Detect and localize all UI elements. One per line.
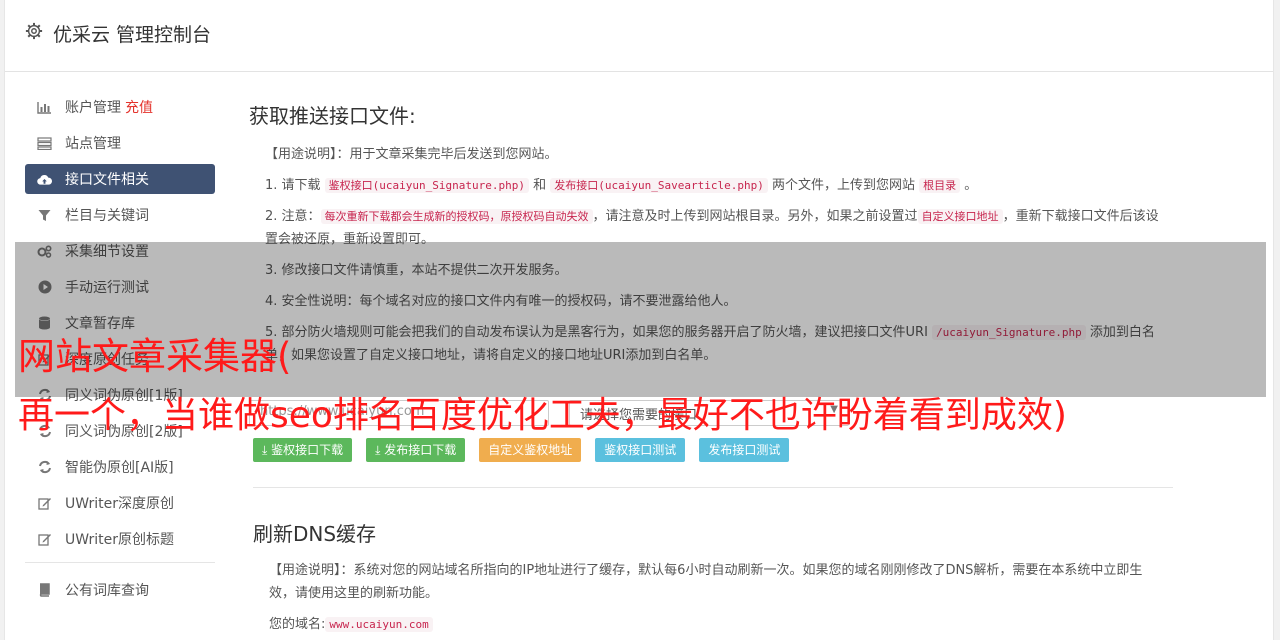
- sidebar-item-label: UWriter原创标题: [65, 532, 174, 548]
- button-label: 鉴权接口下载: [271, 443, 344, 457]
- sidebar-item-columns-keywords[interactable]: 栏目与关键词: [25, 200, 215, 230]
- signature-test-button[interactable]: 鉴权接口测试: [595, 438, 686, 462]
- top-bar: 优采云 管理控制台: [5, 0, 1273, 72]
- overlay-caption-line2: 再一个，当谁做seo排名百度优化工夫，最好不也许盼着看到成效): [18, 395, 1067, 436]
- sidebar-item-label: 账户管理: [65, 100, 121, 116]
- section-divider: [253, 487, 1173, 488]
- step-text: 和: [529, 178, 551, 193]
- sidebar-item-interface-files[interactable]: 接口文件相关: [25, 164, 215, 194]
- cloud-upload-icon: [37, 172, 52, 187]
- sidebar-item-sites[interactable]: 站点管理: [25, 128, 215, 158]
- domain-label: 您的域名:: [269, 617, 326, 632]
- bar-chart-icon: [37, 100, 52, 115]
- step-text: ，请注意及时上传到网站根目录。另外，如果之前设置过: [592, 209, 918, 224]
- sidebar-item-label: 站点管理: [65, 136, 121, 152]
- sidebar-item-label: 栏目与关键词: [65, 208, 149, 224]
- step-text: 1. 请下载: [265, 178, 325, 193]
- sidebar-item-label: 接口文件相关: [65, 172, 149, 188]
- recharge-link[interactable]: 充值: [125, 97, 153, 117]
- domain-value: www.ucaiyun.com: [325, 617, 433, 632]
- edit-icon: [37, 496, 52, 511]
- download-icon: ⤓: [375, 443, 385, 457]
- root-dir-code: 根目录: [919, 178, 961, 193]
- custom-signature-button[interactable]: 自定义鉴权地址: [479, 438, 582, 462]
- sidebar-item-label: 智能伪原创[AI版]: [65, 460, 174, 476]
- dns-usage-note: 【用途说明】：系统对您的网站域名所指向的IP地址进行了缓存，默认每6小时自动刷新…: [269, 563, 1143, 601]
- refresh-icon: [37, 460, 52, 475]
- signature-file-link[interactable]: 鉴权接口(ucaiyun_Signature.php): [324, 178, 529, 193]
- gear-icon[interactable]: [25, 22, 43, 40]
- publish-test-button[interactable]: 发布接口测试: [699, 438, 790, 462]
- app-title: 优采云 管理控制台: [53, 24, 212, 46]
- step-text: 2. 注意：: [265, 209, 321, 224]
- sidebar-item-label: 公有词库查询: [65, 583, 149, 599]
- edit-icon: [37, 532, 52, 547]
- section-title-dns: 刷新DNS缓存: [253, 522, 377, 546]
- step-text: 。: [960, 178, 978, 193]
- custom-interface-code: 自定义接口地址: [917, 209, 1003, 224]
- sidebar-item-label: UWriter深度原创: [65, 496, 174, 512]
- publish-download-button[interactable]: ⤓ 发布接口下载: [366, 438, 466, 462]
- filter-icon: [37, 208, 52, 223]
- step-1: 1. 请下载 鉴权接口(ucaiyun_Signature.php) 和 发布接…: [249, 174, 1169, 197]
- dns-section: 刷新DNS缓存 【用途说明】：系统对您的网站域名所指向的IP地址进行了缓存，默认…: [253, 518, 1153, 636]
- domain-row: 您的域名: www.ucaiyun.com: [253, 613, 1153, 636]
- button-row: ⤓ 鉴权接口下载 ⤓ 发布接口下载 自定义鉴权地址 鉴权接口测试 发布接口测试: [253, 438, 803, 462]
- sidebar-divider: [25, 562, 215, 563]
- sidebar-item-uwriter-deep[interactable]: UWriter深度原创: [25, 488, 215, 518]
- usage-note: 【用途说明】：用于文章采集完毕后发送到您网站。: [265, 147, 558, 162]
- section-title-push-interface: 获取推送接口文件:: [249, 104, 416, 128]
- sidebar-item-account[interactable]: 账户管理 充值: [25, 92, 215, 122]
- sidebar-item-uwriter-title[interactable]: UWriter原创标题: [25, 524, 215, 554]
- overlay-caption-line1: 网站文章采集器(: [18, 335, 292, 378]
- book-icon: [37, 583, 52, 598]
- sidebar-item-public-dictionary[interactable]: 公有词库查询: [25, 575, 215, 605]
- warning-code: 每次重新下载都会生成新的授权码，原授权码自动失效: [320, 209, 593, 224]
- button-label: 发布接口下载: [384, 443, 457, 457]
- step-text: 两个文件，上传到您网站: [767, 178, 920, 193]
- download-icon: ⤓: [262, 443, 272, 457]
- sidebar-item-smart-ai[interactable]: 智能伪原创[AI版]: [25, 452, 215, 482]
- signature-download-button[interactable]: ⤓ 鉴权接口下载: [253, 438, 353, 462]
- server-icon: [37, 136, 52, 151]
- savearticle-file-link[interactable]: 发布接口(ucaiyun_Savearticle.php): [550, 178, 768, 193]
